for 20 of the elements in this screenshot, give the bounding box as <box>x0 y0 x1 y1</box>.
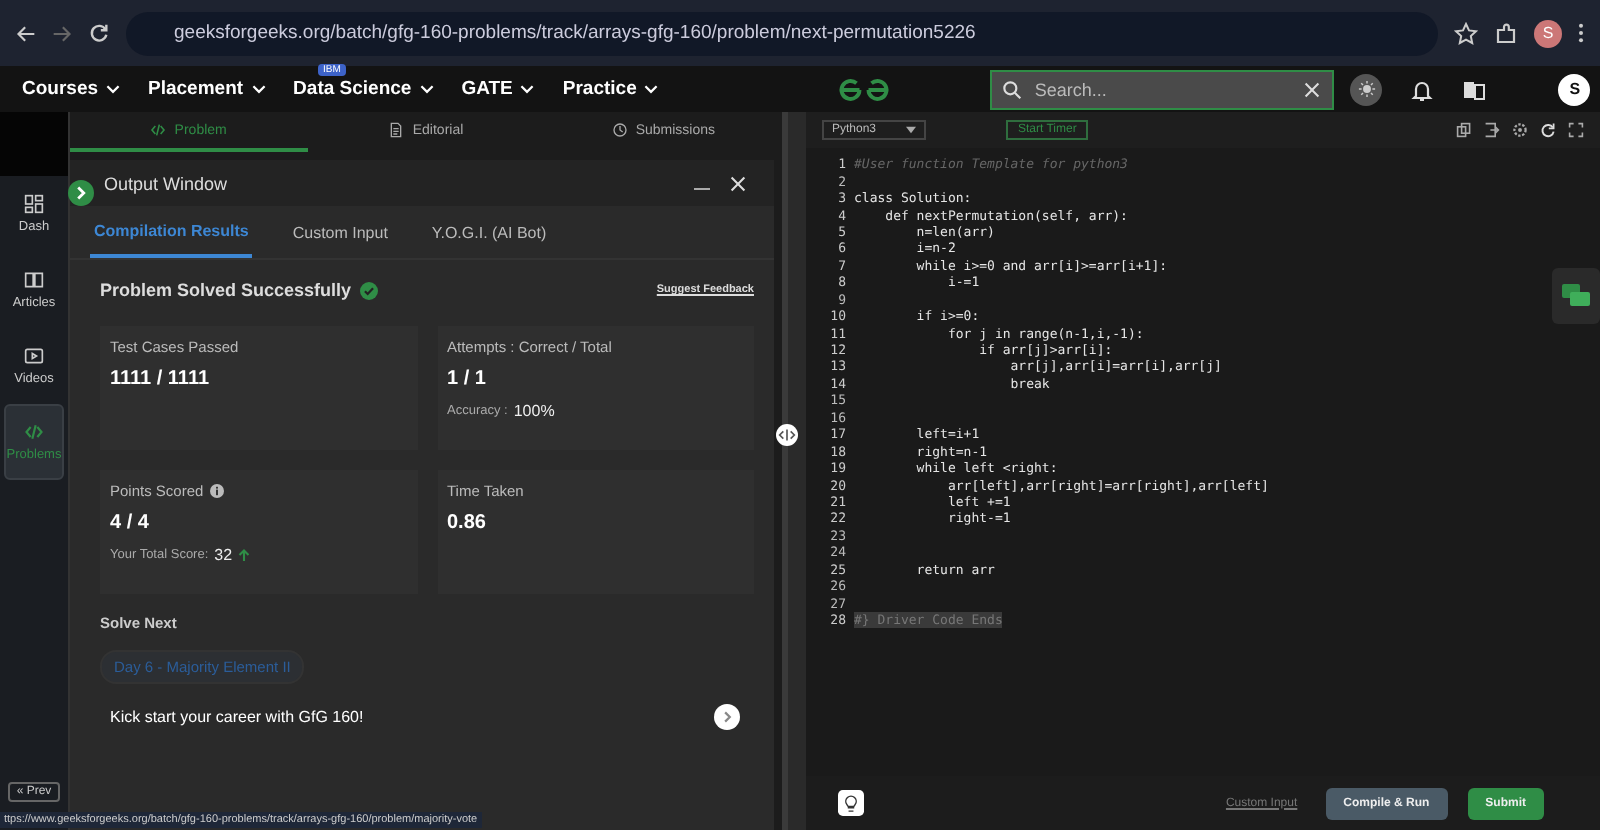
note-value: 32 <box>214 546 233 564</box>
success-message: Problem Solved Successfully <box>100 280 352 300</box>
nav-menu-item[interactable]: Placement <box>148 78 266 100</box>
output-tab[interactable]: Compilation Results <box>90 206 253 258</box>
card-value: 4 / 4 <box>110 512 151 534</box>
output-tab[interactable]: Y.O.G.I. (AI Bot) <box>427 206 551 258</box>
note-value: 100% <box>513 402 555 420</box>
nav-menu-item[interactable]: Courses <box>22 78 121 100</box>
card-value: 0.86 <box>447 512 488 534</box>
search-field[interactable]: Search... <box>990 69 1335 109</box>
nav-menu-item[interactable]: Practice <box>562 78 659 100</box>
nav-menu-item[interactable]: Data Science <box>293 78 434 100</box>
nav-menu-item[interactable]: GATE <box>461 78 535 100</box>
output-tab[interactable]: Custom Input <box>288 206 392 258</box>
output-window-title: Output Window <box>104 173 230 193</box>
card-value: 1 / 1 <box>447 368 488 390</box>
promo-text: Kick start your career with GfG 160! <box>110 708 366 726</box>
address-bar[interactable]: geeksforgeeks.org/batch/gfg-160-problems/track/arrays-gfg-160/problem/next-permutation5226 <box>126 11 1438 55</box>
card-value: 1111 / 1111 <box>110 368 212 390</box>
user-avatar[interactable]: S <box>1558 73 1591 105</box>
